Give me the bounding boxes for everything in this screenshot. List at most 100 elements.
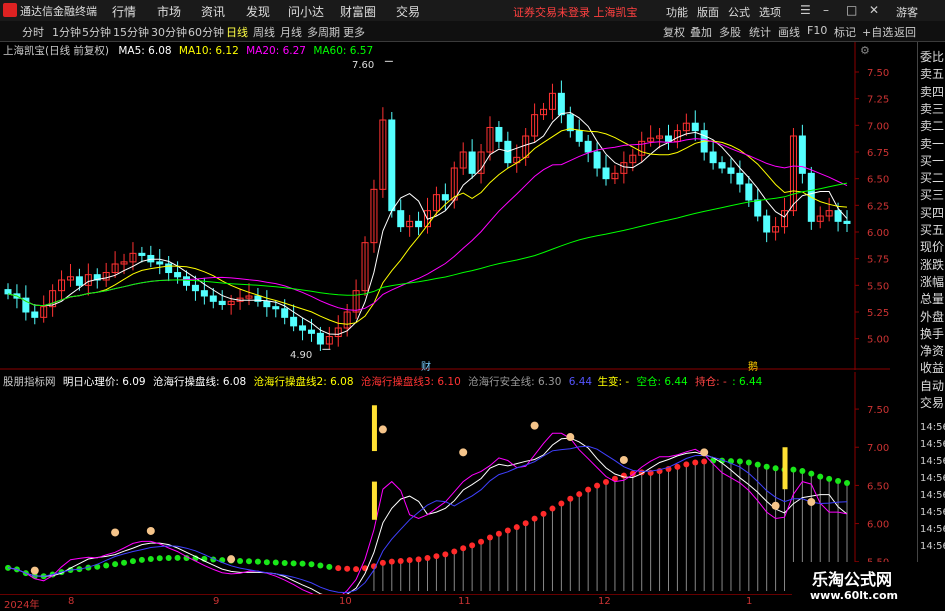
panel-item: 自动 [920,378,945,393]
menu-function[interactable]: 功能 [666,4,688,20]
period-30min[interactable]: 30分钟 [151,24,187,40]
safe-dot [397,557,404,564]
close-icon[interactable]: ✕ [869,3,879,17]
btn-stats[interactable]: 统计 [749,24,771,40]
signal-marker-icon [530,421,539,430]
kline-chart[interactable]: 上海凯宝(日线 前复权) MA5: 6.08 MA10: 6.12 MA20: … [0,42,890,373]
menu-ask[interactable]: 问小达 [288,3,324,20]
period-weekly[interactable]: 周线 [253,24,275,40]
kongcang-label: 空仓: 6.44 [636,376,688,388]
indicator-name[interactable]: 股朋指标网 [3,376,56,388]
panel-item: 总量 [920,292,945,307]
candle-body [468,151,476,174]
event-marker[interactable]: 鹅 [748,358,758,373]
signal-marker-icon [700,448,709,457]
safe-dot [674,463,681,470]
candle-body [397,210,405,228]
safe-dot [451,548,458,555]
signal-marker-icon [619,455,628,464]
signal-marker-icon [566,433,575,442]
period-60min[interactable]: 60分钟 [188,24,224,40]
btn-back[interactable]: 返回 [894,24,916,40]
candle-body [290,316,298,327]
candle-body [718,162,726,169]
list-icon[interactable]: ☰ [800,3,811,17]
safe-dot [736,458,743,465]
period-toolbar: 分时 1分钟 5分钟 15分钟 30分钟 60分钟 日线 周线 月线 多周期 更… [0,21,945,42]
period-15min[interactable]: 15分钟 [113,24,149,40]
btn-draw[interactable]: 画线 [778,24,800,40]
watermark-title: 乐淘公式网 [812,570,893,589]
candle-body [191,284,199,292]
period-monthly[interactable]: 月线 [280,24,302,40]
menu-layout[interactable]: 版面 [697,4,719,20]
price-tick-label: 7.00 [867,121,889,132]
stock-title: 上海凯宝(日线 前复权) [3,45,110,57]
safe-dot [549,505,556,512]
candle-body [664,135,672,142]
btn-multistock[interactable]: 多股 [719,24,741,40]
menu-news[interactable]: 资讯 [201,3,225,20]
login-notice[interactable]: 证券交易未登录 上海凯宝 [513,4,638,20]
candle-body [834,210,842,222]
safe-dot [495,530,502,537]
period-more[interactable]: 更多 [343,24,365,40]
menu-discover[interactable]: 发现 [246,3,270,20]
safe-dot [603,479,610,486]
period-1min[interactable]: 1分钟 [52,24,81,40]
finance-marker[interactable]: 财 [421,358,431,373]
settings-icon: ⚙ [860,44,870,57]
menu-market[interactable]: 市场 [157,3,181,20]
panel-item: 涨跌 [920,257,945,272]
candle-body [584,140,592,153]
safe-dot [754,461,761,468]
menu-trade[interactable]: 交易 [396,3,420,20]
indicator-svg[interactable]: 7.507.006.506.005.50 [0,372,890,600]
candle-body [709,151,717,164]
candle-body [415,220,423,228]
indicator-chart[interactable]: 股朋指标网 明日心理价: 6.09 沧海行操盘线: 6.08 沧海行操盘线2: … [0,372,890,600]
safe-dot [156,555,163,562]
safe-dot [317,562,324,569]
watermark-url: www.60lt.com [810,589,899,602]
minimize-icon[interactable]: – [823,3,829,17]
signal-bar [371,481,377,520]
safe-dot [415,556,422,563]
safe-dot [594,482,601,489]
btn-f10[interactable]: F10 [807,24,827,37]
panel-item: 卖二 [920,119,945,134]
period-multi[interactable]: 多周期 [307,24,340,40]
candle-body [736,172,744,185]
panel-item: 卖四 [920,84,945,99]
candle-body [147,254,155,263]
safe-dot [308,561,315,568]
candle-body [174,272,182,278]
menu-quotes[interactable]: 行情 [112,3,136,20]
panel-item: 买一 [920,153,945,168]
period-5min[interactable]: 5分钟 [82,24,111,40]
period-daily[interactable]: 日线 [226,24,248,40]
date-axis: 2024年 8 9 10 11 12 1 [0,594,890,611]
cangh1-label: 沧海行操盘线: 6.08 [152,376,247,388]
guest-label[interactable]: 游客 [896,4,918,20]
safe-dot [281,560,288,567]
panel-item: 委比 [920,50,945,64]
panel-item: 现价 [920,240,945,255]
panel-item: 买五 [920,223,945,237]
menu-wealth[interactable]: 财富圈 [340,3,376,20]
signal-marker-icon [146,526,155,535]
btn-adjust[interactable]: 复权 [663,24,685,40]
chicang-label: 持仓: - [695,376,727,388]
panel-item: 交易 [920,396,945,410]
btn-overlay[interactable]: 叠加 [690,24,712,40]
menu-options[interactable]: 选项 [759,4,781,20]
btn-mark[interactable]: 标记 [834,24,856,40]
safe-dot [460,545,467,552]
candle-body [843,220,851,224]
period-fenshi[interactable]: 分时 [22,24,44,40]
menu-formula[interactable]: 公式 [728,4,750,20]
maximize-icon[interactable]: □ [846,3,857,17]
kline-svg[interactable]: 7.50 7.25 7.00 6.75 6.50 6.25 6.00 5.75 5.50 5.25… [0,42,890,370]
price-tick-label: 6.00 [867,228,889,239]
btn-add-watch[interactable]: +自选 [862,24,893,40]
